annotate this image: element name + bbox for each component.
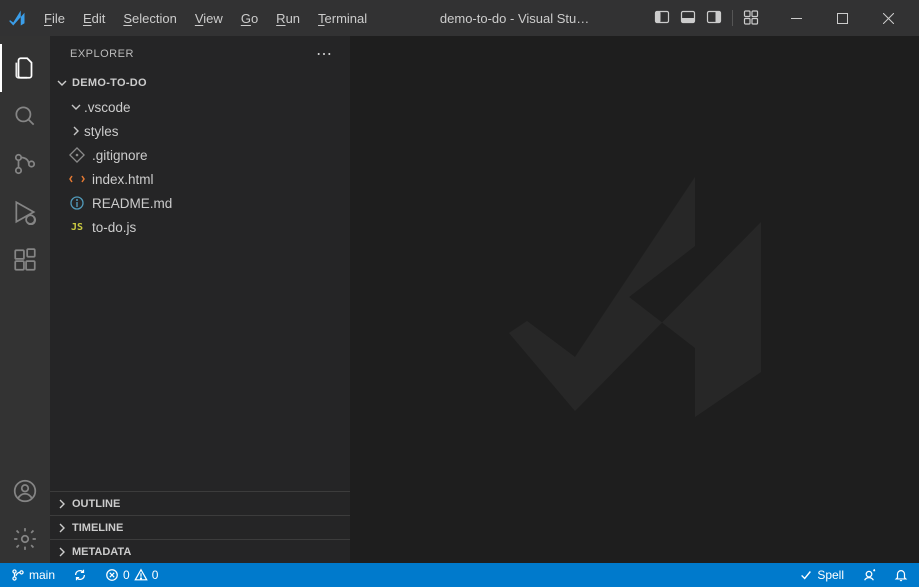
file-tree: .vscode styles .gitignore index.html [50,95,350,491]
file-label: to-do.js [92,220,136,235]
warning-count: 0 [152,568,159,582]
file-todo-js[interactable]: JS to-do.js [50,215,350,239]
spell-label: Spell [817,568,844,582]
menu-run[interactable]: Run [268,7,308,30]
toggle-secondary-sidebar-icon[interactable] [706,9,722,28]
sync-icon [73,568,87,582]
editor-area [350,36,919,563]
menu-bar: File Edit Selection View Go Run Terminal [36,7,375,30]
file-gitignore[interactable]: .gitignore [50,143,350,167]
layout-divider [732,10,733,26]
chevron-right-icon [54,544,70,560]
status-bar: main 0 0 Spell [0,563,919,587]
status-left: main 0 0 [8,563,161,587]
activity-settings[interactable] [0,515,50,563]
collapsed-panels: OUTLINE TIMELINE METADATA [50,491,350,563]
panel-timeline[interactable]: TIMELINE [50,515,350,539]
window-controls [773,0,911,36]
status-spell[interactable]: Spell [796,563,847,587]
file-index-html[interactable]: index.html [50,167,350,191]
menu-go[interactable]: Go [233,7,266,30]
tree-root-header[interactable]: DEMO-TO-DO [50,71,350,95]
file-label: .gitignore [92,148,148,163]
chevron-right-icon [68,123,84,139]
git-branch-icon [11,568,25,582]
status-problems[interactable]: 0 0 [102,563,161,587]
sidebar-header: EXPLORER ⋯ [50,36,350,71]
menu-edit[interactable]: Edit [75,7,113,30]
vscode-logo-icon [8,9,26,27]
chevron-right-icon [54,520,70,536]
toggle-panel-icon[interactable] [680,9,696,28]
activity-accounts[interactable] [0,467,50,515]
folder-label: styles [84,124,119,139]
menu-file[interactable]: File [36,7,73,30]
maximize-button[interactable] [819,0,865,36]
branch-name: main [29,568,55,582]
file-label: index.html [92,172,154,187]
window-title: demo-to-do - Visual Stu… [375,11,654,26]
panel-label: OUTLINE [72,498,120,510]
minimize-button[interactable] [773,0,819,36]
activity-search[interactable] [0,92,50,140]
vscode-watermark-icon [485,147,785,452]
chevron-down-icon [54,75,70,91]
customize-layout-icon[interactable] [743,9,759,28]
close-button[interactable] [865,0,911,36]
activity-source-control[interactable] [0,140,50,188]
folder-label: .vscode [84,100,131,115]
layout-controls [654,9,759,28]
bell-icon [894,568,908,582]
sidebar: EXPLORER ⋯ DEMO-TO-DO .vscode styles [50,36,350,563]
panel-label: TIMELINE [72,522,123,534]
tree-root-label: DEMO-TO-DO [72,77,147,89]
toggle-primary-sidebar-icon[interactable] [654,9,670,28]
panel-metadata[interactable]: METADATA [50,539,350,563]
activity-bar [0,36,50,563]
more-actions-icon[interactable]: ⋯ [316,44,334,64]
info-icon [68,194,86,212]
panel-outline[interactable]: OUTLINE [50,491,350,515]
js-icon: JS [68,218,86,236]
folder-vscode[interactable]: .vscode [50,95,350,119]
error-count: 0 [123,568,130,582]
menu-terminal[interactable]: Terminal [310,7,375,30]
gitignore-icon [68,146,86,164]
status-feedback[interactable] [859,563,879,587]
status-sync[interactable] [70,563,90,587]
error-icon [105,568,119,582]
status-branch[interactable]: main [8,563,58,587]
chevron-right-icon [54,496,70,512]
chevron-down-icon [68,99,84,115]
check-icon [799,568,813,582]
title-bar: File Edit Selection View Go Run Terminal… [0,0,919,36]
panel-label: METADATA [72,546,131,558]
file-readme[interactable]: README.md [50,191,350,215]
warning-icon [134,568,148,582]
status-notifications[interactable] [891,563,911,587]
sidebar-title: EXPLORER [70,48,134,60]
file-label: README.md [92,196,172,211]
folder-styles[interactable]: styles [50,119,350,143]
menu-view[interactable]: View [187,7,231,30]
activity-extensions[interactable] [0,236,50,284]
status-right: Spell [796,563,911,587]
menu-selection[interactable]: Selection [115,7,184,30]
main-row: EXPLORER ⋯ DEMO-TO-DO .vscode styles [0,36,919,563]
activity-explorer[interactable] [0,44,50,92]
feedback-icon [862,568,876,582]
activity-run-debug[interactable] [0,188,50,236]
html-icon [68,170,86,188]
